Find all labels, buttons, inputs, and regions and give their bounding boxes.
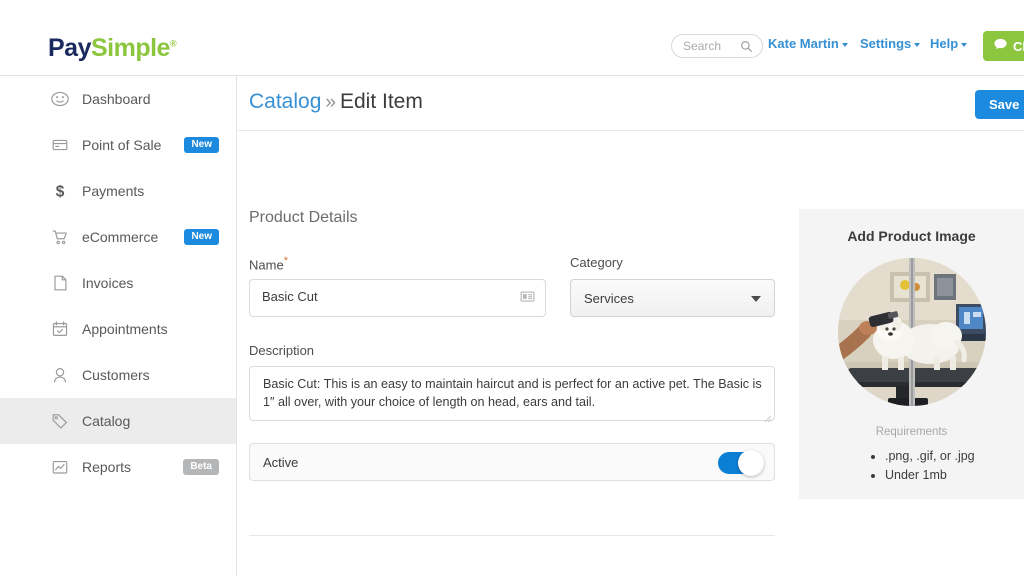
sidebar-item-label: Dashboard (82, 91, 151, 107)
sidebar-item-customers[interactable]: Customers (0, 352, 236, 398)
add-product-image-panel: Add Product Image Requirements • .png, .… (799, 209, 1024, 499)
sidebar-item-label: Catalog (82, 413, 131, 429)
chevron-down-icon (914, 42, 921, 47)
contact-card-icon[interactable] (520, 289, 535, 307)
chevron-down-icon (841, 42, 848, 47)
sidebar-item-point-of-sale[interactable]: Point of Sale New (0, 122, 236, 168)
required-asterisk: * (283, 255, 288, 267)
name-field-label: Name* (249, 255, 288, 272)
page-title: Edit Item (339, 90, 423, 113)
sidebar-item-invoices[interactable]: Invoices (0, 260, 236, 306)
sidebar-item-label: eCommerce (82, 229, 159, 245)
chat-button[interactable]: Chat (983, 31, 1024, 61)
toggle-knob (738, 450, 764, 476)
category-select-value: Services (584, 291, 634, 306)
chart-icon (50, 457, 70, 477)
active-label: Active (263, 455, 299, 470)
sidebar-item-label: Point of Sale (82, 137, 162, 153)
search-icon (740, 40, 753, 58)
active-row: Active (249, 443, 775, 481)
breadcrumb: Catalog» Edit Item (249, 90, 423, 114)
calendar-icon (50, 319, 70, 339)
breadcrumb-separator: » (325, 92, 336, 113)
list-item: Under 1mb (885, 466, 975, 485)
name-input-value: Basic Cut (262, 289, 318, 304)
sidebar-item-payments[interactable]: $ Payments (0, 168, 236, 214)
sidebar-item-label: Invoices (82, 275, 134, 291)
chevron-down-icon (961, 42, 968, 47)
description-value: Basic Cut: This is an easy to maintain h… (263, 377, 762, 410)
product-photo[interactable] (837, 258, 986, 406)
main-content: Catalog» Edit Item Save Product Details N… (238, 76, 1024, 576)
search-placeholder: Search (683, 39, 722, 53)
status-badge: New (184, 137, 219, 153)
nav-help-label: Help (930, 36, 959, 51)
status-badge: New (184, 229, 219, 245)
sidebar-item-label: Reports (82, 459, 132, 475)
category-select[interactable]: Services (570, 279, 775, 317)
category-field-label: Category (570, 255, 623, 270)
sidebar-item-appointments[interactable]: Appointments (0, 306, 236, 352)
section-title: Product Details (249, 209, 358, 226)
chat-button-label: Chat (1013, 38, 1024, 54)
sidebar-item-dashboard[interactable]: Dashboard (0, 76, 236, 122)
paysimple-edit-item-page: PaySimple® Search Kate Martin Settings H… (0, 0, 1024, 576)
section-divider (249, 535, 775, 536)
search-input[interactable]: Search (671, 34, 763, 58)
svg-text:$: $ (56, 183, 65, 200)
person-icon (50, 365, 70, 385)
list-item: .png, .gif, or .jpg (885, 447, 975, 466)
sidebar-item-label: Appointments (82, 321, 168, 337)
shopping-cart-icon (50, 227, 70, 247)
sidebar-nav: Dashboard Point of Sale New $ Payments e… (0, 76, 237, 576)
credit-card-icon (50, 135, 70, 155)
nav-help-menu[interactable]: Help (930, 36, 968, 51)
description-field-label: Description (249, 343, 315, 358)
sidebar-item-catalog[interactable]: Catalog (0, 398, 236, 444)
document-icon (50, 273, 70, 293)
tag-icon (50, 411, 70, 431)
gauge-icon (50, 89, 70, 109)
sidebar-item-ecommerce[interactable]: eCommerce New (0, 214, 236, 260)
active-toggle[interactable] (718, 450, 764, 476)
requirements-title: Requirements (875, 426, 948, 438)
resize-handle[interactable] (764, 410, 772, 423)
page-header-bar: Catalog» Edit Item Save (238, 76, 1024, 131)
dollar-icon: $ (50, 181, 70, 201)
sidebar-item-label: Customers (82, 367, 150, 383)
logo-text-simple: Simple (90, 34, 170, 62)
nav-settings-menu[interactable]: Settings (860, 36, 921, 51)
nav-settings-label: Settings (860, 36, 912, 51)
sidebar-item-label: Payments (82, 183, 145, 199)
name-label-text: Name (249, 257, 284, 273)
name-input[interactable]: Basic Cut (249, 279, 546, 317)
logo-text-pay: Pay (48, 34, 91, 62)
logo-registered-mark: ® (169, 38, 177, 49)
breadcrumb-parent-link[interactable]: Catalog (249, 90, 321, 113)
chevron-down-icon (751, 296, 761, 302)
paysimple-logo[interactable]: PaySimple® (48, 34, 177, 63)
status-badge: Beta (183, 459, 219, 475)
chat-bubble-icon (993, 37, 1008, 55)
save-button[interactable]: Save (975, 90, 1024, 119)
description-textarea[interactable]: Basic Cut: This is an easy to maintain h… (249, 366, 775, 423)
nav-user-label: Kate Martin (768, 36, 839, 51)
requirements-list: .png, .gif, or .jpg Under 1mb (871, 447, 975, 485)
sidebar-item-reports[interactable]: Reports Beta (0, 444, 236, 490)
nav-user-menu[interactable]: Kate Martin (768, 36, 848, 51)
top-header: PaySimple® Search Kate Martin Settings H… (0, 22, 1024, 76)
add-product-image-title: Add Product Image (847, 228, 976, 244)
